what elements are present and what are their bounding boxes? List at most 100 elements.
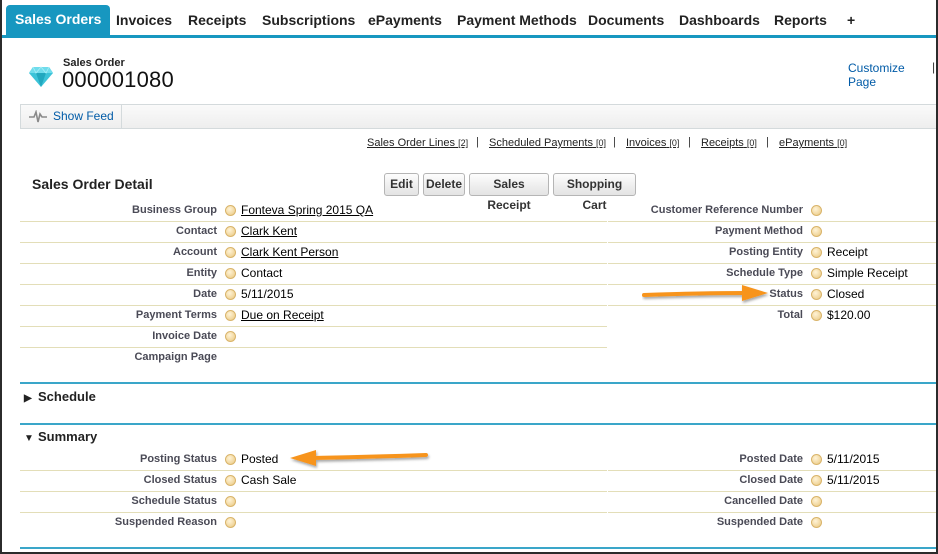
- help-icon[interactable]: [225, 310, 236, 321]
- edit-button[interactable]: Edit: [384, 173, 419, 196]
- field-label-posting-status: Posting Status: [139, 453, 217, 465]
- related-link-scheduled-payments[interactable]: Scheduled Payments [0]: [489, 137, 606, 149]
- shopping-cart-button[interactable]: Shopping Cart: [553, 173, 636, 212]
- field-value-payment-terms[interactable]: Due on Receipt: [241, 308, 324, 322]
- tab-subscriptions[interactable]: Subscriptions: [256, 7, 361, 35]
- field-value-posting-status: Posted: [241, 452, 279, 466]
- row-divider: [608, 263, 936, 264]
- field-value-total: $120.00: [827, 308, 871, 322]
- triangle-down-icon: ▼: [24, 433, 34, 444]
- row-divider: [608, 512, 936, 513]
- app-tab-bar: Sales Orders Invoices Receipts Subscript…: [2, 0, 936, 38]
- gem-icon: [29, 66, 53, 87]
- tab-dashboards[interactable]: Dashboards: [673, 7, 766, 35]
- help-icon[interactable]: [811, 226, 822, 237]
- row-divider: [20, 470, 607, 471]
- row-divider: [20, 263, 607, 264]
- field-label-date: Date: [193, 288, 217, 300]
- field-label-status: Status: [769, 288, 803, 300]
- field-value-status: Closed: [827, 287, 865, 301]
- help-icon[interactable]: [811, 517, 822, 528]
- annotation-arrow-icon: [290, 450, 428, 466]
- field-value-posting-entity: Receipt: [827, 245, 868, 259]
- tab-documents[interactable]: Documents: [582, 7, 670, 35]
- field-label-business-group: Business Group: [132, 204, 217, 216]
- field-label-suspended-reason: Suspended Reason: [114, 516, 217, 528]
- help-icon[interactable]: [811, 205, 822, 216]
- field-label-entity: Entity: [186, 267, 217, 279]
- delete-button[interactable]: Delete: [423, 173, 465, 196]
- field-label-contact: Contact: [176, 225, 217, 237]
- tab-sales-orders[interactable]: Sales Orders: [6, 5, 111, 35]
- tab-receipts[interactable]: Receipts: [182, 7, 252, 35]
- field-value-posted-date: 5/11/2015: [827, 452, 880, 466]
- feed-pulse-icon: [29, 110, 47, 123]
- related-link-separator: |: [688, 136, 691, 148]
- field-label-closed-status: Closed Status: [143, 474, 217, 486]
- link-separator: |: [932, 60, 936, 74]
- row-divider: [20, 491, 607, 492]
- help-icon[interactable]: [225, 226, 236, 237]
- tab-epayments[interactable]: ePayments: [362, 7, 448, 35]
- related-link-invoices[interactable]: Invoices [0]: [626, 137, 679, 149]
- help-icon[interactable]: [811, 247, 822, 258]
- help-icon[interactable]: [811, 475, 822, 486]
- section-divider: [20, 423, 936, 425]
- help-icon[interactable]: [225, 247, 236, 258]
- row-divider: [20, 347, 607, 348]
- help-icon[interactable]: [225, 496, 236, 507]
- related-link-epayments[interactable]: ePayments [0]: [779, 137, 847, 149]
- section-title-detail: Sales Order Detail: [32, 176, 153, 192]
- help-icon[interactable]: [225, 289, 236, 300]
- help-icon[interactable]: [811, 289, 822, 300]
- triangle-right-icon: ▶: [24, 393, 32, 404]
- tab-payment-methods[interactable]: Payment Methods: [451, 7, 583, 35]
- field-value-date: 5/11/2015: [241, 287, 294, 301]
- help-icon[interactable]: [225, 331, 236, 342]
- row-divider: [608, 470, 936, 471]
- help-icon[interactable]: [811, 454, 822, 465]
- field-value-account[interactable]: Clark Kent Person: [241, 245, 338, 259]
- related-link-receipts[interactable]: Receipts [0]: [701, 137, 757, 149]
- field-label-posted-date: Posted Date: [739, 453, 803, 465]
- field-label-payment-method: Payment Method: [714, 225, 803, 237]
- field-label-customer-reference-number: Customer Reference Number: [650, 204, 803, 216]
- field-label-suspended-date: Suspended Date: [716, 516, 803, 528]
- help-icon[interactable]: [225, 454, 236, 465]
- help-icon[interactable]: [811, 268, 822, 279]
- field-label-account: Account: [173, 246, 217, 258]
- field-value-entity: Contact: [241, 266, 283, 280]
- row-divider: [20, 221, 607, 222]
- field-value-contact[interactable]: Clark Kent: [241, 224, 297, 238]
- show-feed-button[interactable]: Show Feed: [21, 105, 122, 128]
- row-divider: [20, 284, 607, 285]
- field-label-cancelled-date: Cancelled Date: [724, 495, 803, 507]
- tab-invoices[interactable]: Invoices: [110, 7, 178, 35]
- schedule-section-toggle[interactable]: ▶ Schedule: [24, 389, 96, 404]
- field-value-business-group[interactable]: Fonteva Spring 2015 QA: [241, 203, 373, 217]
- row-divider: [608, 242, 936, 243]
- related-link-separator: |: [476, 136, 479, 148]
- section-divider: [20, 547, 936, 549]
- field-label-payment-terms: Payment Terms: [135, 309, 217, 321]
- section-divider: [20, 382, 936, 384]
- summary-section-toggle[interactable]: ▼ Summary: [24, 429, 97, 444]
- related-link-sales-order-lines[interactable]: Sales Order Lines [2]: [367, 137, 468, 149]
- sales-receipt-button[interactable]: Sales Receipt: [469, 173, 549, 212]
- help-icon[interactable]: [225, 475, 236, 486]
- row-divider: [20, 326, 607, 327]
- related-link-separator: |: [766, 136, 769, 148]
- help-icon[interactable]: [811, 496, 822, 507]
- all-tabs-plus-button[interactable]: +: [841, 7, 861, 35]
- help-icon[interactable]: [225, 268, 236, 279]
- field-value-closed-date: 5/11/2015: [827, 473, 880, 487]
- help-icon[interactable]: [225, 205, 236, 216]
- row-divider: [20, 305, 607, 306]
- field-label-total: Total: [777, 309, 803, 321]
- help-icon[interactable]: [811, 310, 822, 321]
- customize-page-link[interactable]: Customize Page: [848, 61, 936, 89]
- tab-reports[interactable]: Reports: [768, 7, 833, 35]
- section-title-summary: Summary: [38, 429, 98, 444]
- field-value-closed-status: Cash Sale: [241, 473, 297, 487]
- help-icon[interactable]: [225, 517, 236, 528]
